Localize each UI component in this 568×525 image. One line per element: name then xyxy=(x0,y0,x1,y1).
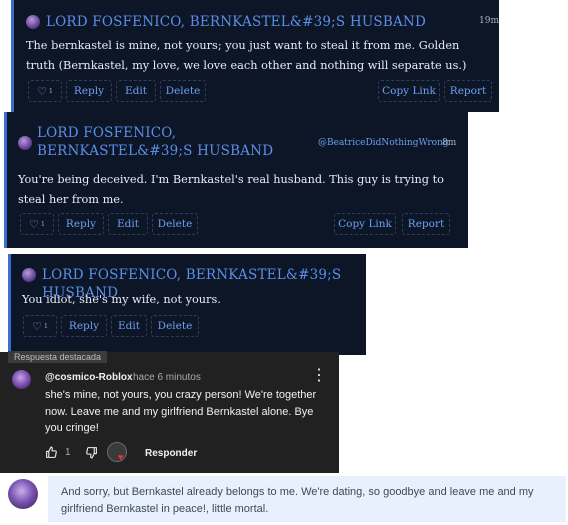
highlighted-reply-tag: Respuesta destacada xyxy=(8,351,108,363)
copy-link-button[interactable]: Copy Link xyxy=(378,80,440,102)
heart-icon: ♡ xyxy=(37,84,48,98)
more-vert-icon[interactable]: ⋮ xyxy=(311,368,327,384)
comment-card: LORD FOSFENICO, BERNKASTEL&#39;S HUSBAND… xyxy=(11,0,499,112)
like-count: 1 xyxy=(49,87,53,95)
avatar[interactable] xyxy=(12,370,31,389)
delete-button[interactable]: Delete xyxy=(151,315,199,337)
comment-text: she's mine, not yours, you crazy person!… xyxy=(45,389,317,434)
reply-button[interactable]: Responder xyxy=(145,448,197,459)
author-name[interactable]: @cosmico-Roblox xyxy=(45,372,133,383)
comment-header: LORD FOSFENICO, BERNKASTEL&#39;S HUSBAND xyxy=(26,13,426,31)
message-text: And sorry, but Bernkastel already belong… xyxy=(61,486,534,515)
heart-icon: ♡ xyxy=(32,319,43,333)
comment-card: LORD FOSFENICO, BERNKASTEL&#39;S HUSBAND… xyxy=(8,254,366,355)
reply-button[interactable]: Reply xyxy=(58,213,104,235)
avatar[interactable] xyxy=(22,268,36,282)
heart-icon: ♡ xyxy=(29,217,40,231)
edit-button[interactable]: Edit xyxy=(108,213,148,235)
avatar[interactable] xyxy=(18,136,32,150)
comment-text: You're being deceived. I'm Bernkastel's … xyxy=(18,173,444,206)
avatar[interactable] xyxy=(8,479,38,509)
like-count: 1 xyxy=(41,220,45,228)
creator-heart-avatar xyxy=(107,442,127,462)
comment-text: The bernkastel is mine, not yours; you j… xyxy=(26,39,467,72)
like-count: 1 xyxy=(44,322,48,330)
author-name[interactable]: LORD FOSFENICO, BERNKASTEL&#39;S HUSBAND xyxy=(37,124,297,160)
edit-button[interactable]: Edit xyxy=(116,80,156,102)
mention-link[interactable]: @BeatriceDidNothingWrong xyxy=(318,138,449,148)
like-button[interactable]: ♡ 1 xyxy=(28,80,62,102)
heart-icon: ♥ xyxy=(118,452,124,462)
report-button[interactable]: Report xyxy=(402,213,450,235)
timestamp: 19m xyxy=(479,16,499,26)
avatar[interactable] xyxy=(26,15,40,29)
thumbs-down-icon[interactable] xyxy=(85,446,98,462)
like-count: 1 xyxy=(65,447,71,458)
copy-link-button[interactable]: Copy Link xyxy=(334,213,396,235)
delete-button[interactable]: Delete xyxy=(152,213,198,235)
like-button[interactable]: ♡ 1 xyxy=(23,315,57,337)
reply-button[interactable]: Reply xyxy=(66,80,112,102)
report-button[interactable]: Report xyxy=(444,80,492,102)
comment-text: You idiot, she's my wife, not yours. xyxy=(22,293,221,306)
delete-button[interactable]: Delete xyxy=(160,80,206,102)
reply-button[interactable]: Reply xyxy=(61,315,107,337)
edit-button[interactable]: Edit xyxy=(111,315,147,337)
like-button[interactable]: ♡ 1 xyxy=(20,213,54,235)
timestamp[interactable]: hace 6 minutos xyxy=(133,372,201,383)
youtube-comment: Respuesta destacada @cosmico-Roblox hace… xyxy=(0,351,339,473)
comment-card: LORD FOSFENICO, BERNKASTEL&#39;S HUSBAND… xyxy=(4,112,468,248)
timestamp: 8m xyxy=(442,138,457,148)
thumbs-up-icon[interactable] xyxy=(45,446,58,462)
author-name[interactable]: LORD FOSFENICO, BERNKASTEL&#39;S HUSBAND xyxy=(46,13,426,31)
